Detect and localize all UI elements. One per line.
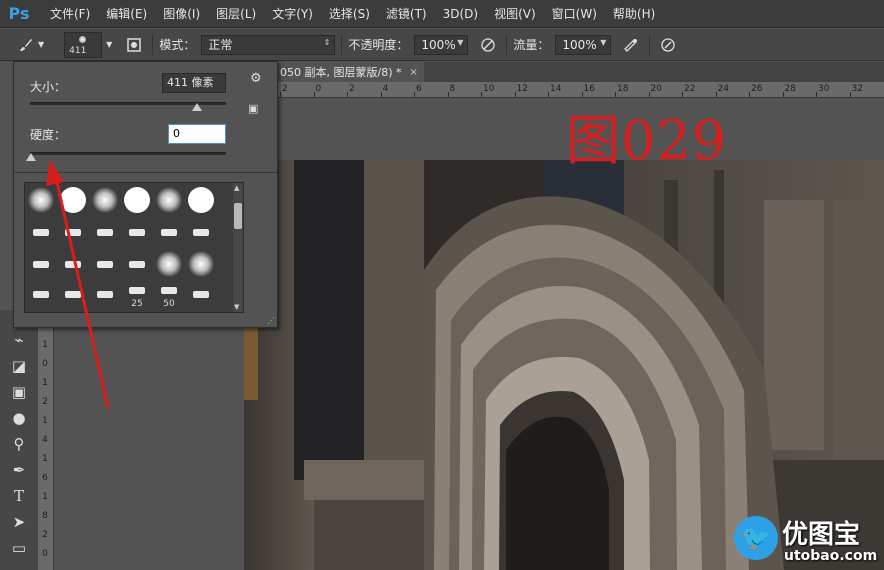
- arrow-shaft: [54, 177, 110, 409]
- annotation-arrow: [46, 160, 110, 409]
- bird-logo-icon: 🐦: [734, 516, 778, 560]
- arrow-head: [46, 160, 64, 186]
- watermark: 🐦 优图宝 utobao.com: [730, 512, 880, 568]
- photoshop-window: Ps 文件(F) 编辑(E) 图像(I) 图层(L) 文字(Y) 选择(S) 滤…: [0, 0, 884, 570]
- watermark-url: utobao.com: [784, 548, 878, 564]
- watermark-brand: 优图宝: [782, 520, 861, 550]
